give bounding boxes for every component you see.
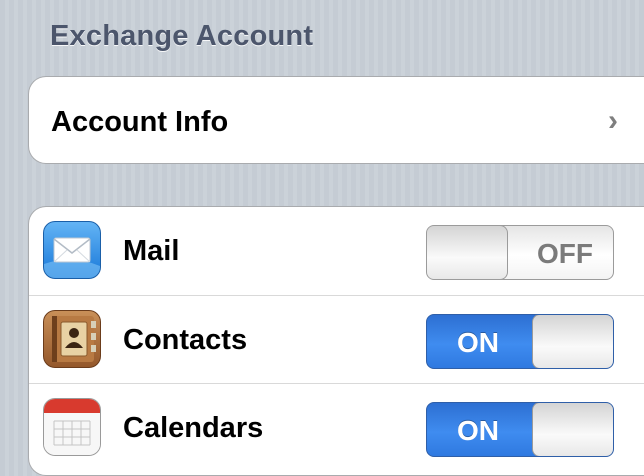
account-info-group: Account Info › xyxy=(28,76,644,164)
services-group: Mail OFF Contacts ON Calendars ON xyxy=(28,206,644,476)
calendars-toggle[interactable]: ON xyxy=(426,402,614,457)
calendar-icon xyxy=(43,398,101,456)
service-label-contacts: Contacts xyxy=(123,324,248,356)
contacts-icon xyxy=(43,310,101,368)
service-label-mail: Mail xyxy=(123,235,180,267)
toggle-state: OFF xyxy=(537,238,593,269)
service-label-calendars: Calendars xyxy=(123,412,264,444)
service-row-contacts: Contacts ON xyxy=(29,295,644,383)
contacts-toggle[interactable]: ON xyxy=(426,314,614,369)
toggle-knob xyxy=(532,315,613,368)
service-row-mail: Mail OFF xyxy=(29,207,644,295)
account-info-label: Account Info xyxy=(51,106,229,138)
mail-icon xyxy=(43,221,101,279)
mail-toggle[interactable]: OFF xyxy=(426,225,614,280)
toggle-knob xyxy=(427,226,508,279)
toggle-state: ON xyxy=(457,415,499,446)
account-info-row[interactable]: Account Info › xyxy=(29,77,644,163)
toggle-state: ON xyxy=(457,327,499,358)
chevron-right-icon: › xyxy=(608,104,618,137)
toggle-knob xyxy=(532,403,613,456)
section-header: Exchange Account xyxy=(50,20,314,52)
service-row-calendars: Calendars ON xyxy=(29,383,644,471)
